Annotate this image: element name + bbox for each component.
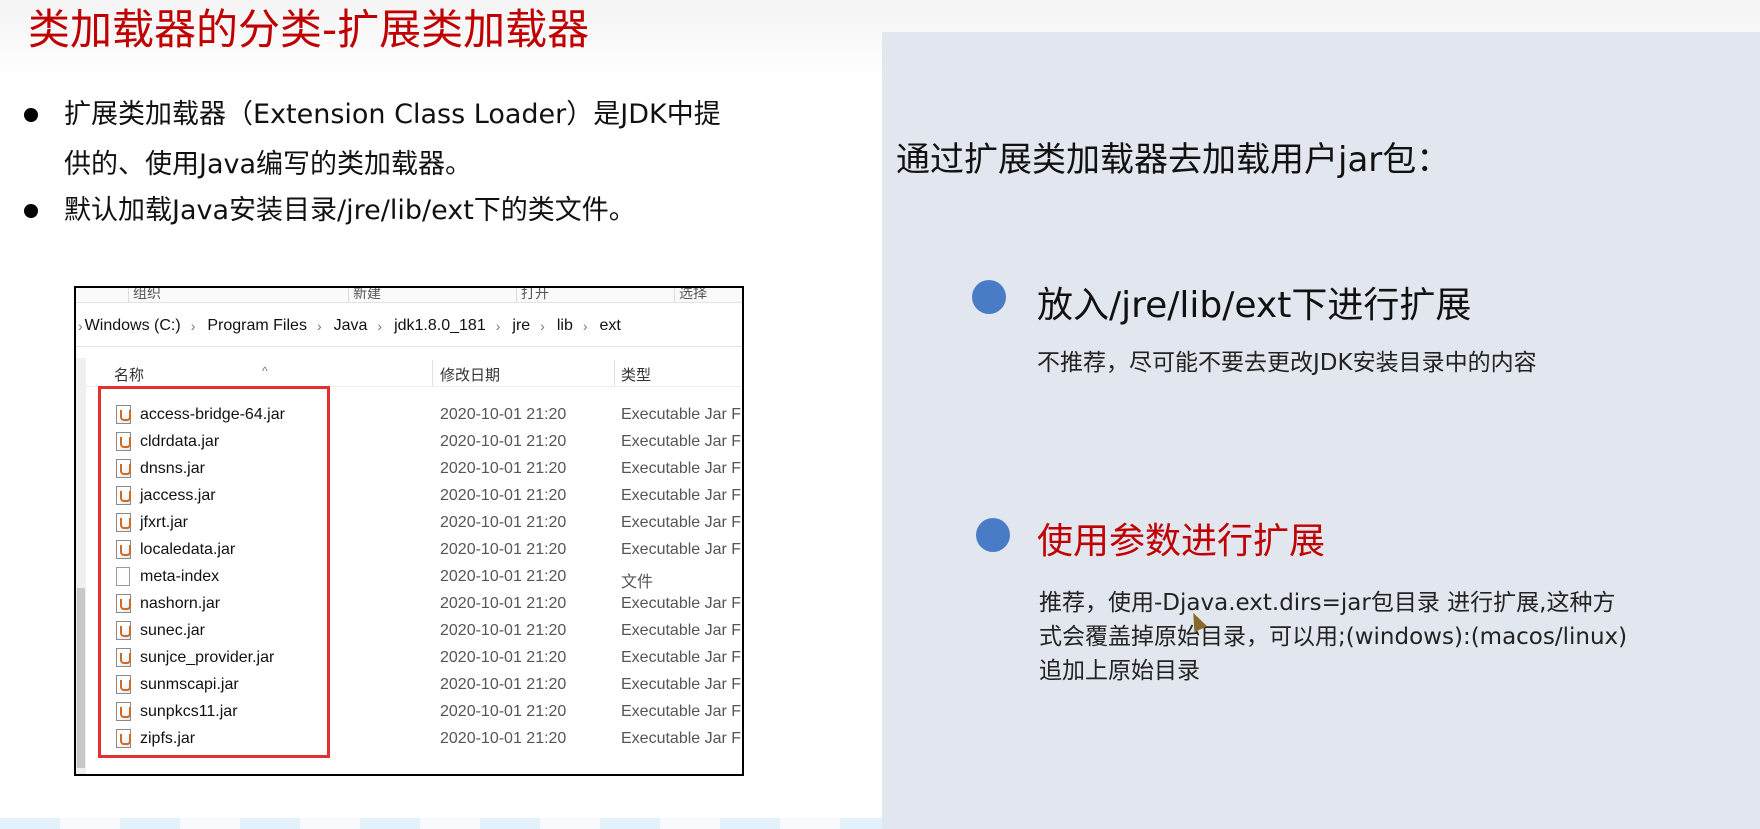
option-note: 推荐，使用-Djava.ext.dirs=jar包目录 进行扩展,这种方 式会覆…	[1039, 586, 1627, 688]
file-type: Executable Jar Fi	[621, 622, 744, 639]
column-header-type[interactable]: 类型	[621, 364, 651, 385]
column-header-date[interactable]: 修改日期	[440, 364, 500, 385]
bullet-item: 扩展类加载器（Extension Class Loader）是JDK中提供的、使…	[20, 90, 744, 190]
breadcrumb-item[interactable]: ext	[588, 317, 625, 335]
bullet-dot-icon	[976, 518, 1010, 552]
breadcrumb-item[interactable]: lib	[545, 317, 577, 335]
file-type: Executable Jar Fi	[621, 541, 744, 558]
bullet-dot-icon	[24, 108, 38, 122]
file-date: 2020-10-01 21:20	[440, 514, 567, 531]
chevron-right-icon[interactable]: ›	[577, 318, 588, 334]
column-header-row: ^ 名称 修改日期 类型	[76, 360, 742, 387]
breadcrumb-item[interactable]: Windows (C:)	[83, 317, 185, 335]
file-type: Executable Jar Fi	[621, 649, 744, 666]
chevron-right-icon[interactable]: ›	[185, 318, 196, 334]
bullet-dot-icon	[972, 280, 1006, 314]
file-date: 2020-10-01 21:20	[440, 676, 567, 693]
file-date: 2020-10-01 21:20	[440, 541, 567, 558]
chevron-right-icon: ›	[78, 318, 83, 334]
ribbon-organize[interactable]: 组织	[128, 288, 161, 302]
file-date: 2020-10-01 21:20	[440, 433, 567, 450]
ribbon-open[interactable]: 打开	[516, 288, 549, 302]
column-header-name[interactable]: 名称	[114, 364, 144, 385]
breadcrumb-item[interactable]: jdk1.8.0_181	[382, 317, 490, 335]
file-date: 2020-10-01 21:20	[440, 406, 567, 423]
bullet-list: 扩展类加载器（Extension Class Loader）是JDK中提供的、使…	[20, 90, 820, 236]
option-title: 放入/jre/lib/ext下进行扩展	[1037, 285, 1472, 326]
chevron-right-icon[interactable]: ›	[534, 318, 545, 334]
breadcrumb-item[interactable]: Java	[322, 317, 372, 335]
column-divider[interactable]	[614, 360, 615, 386]
right-panel: 通过扩展类加载器去加载用户jar包： 放入/jre/lib/ext下进行扩展 不…	[882, 32, 1760, 829]
file-type: Executable Jar Fi	[621, 433, 744, 450]
breadcrumb-item[interactable]: Program Files	[195, 317, 311, 335]
chevron-right-icon[interactable]: ›	[311, 318, 322, 334]
option-note: 不推荐，尽可能不要去更改JDK安装目录中的内容	[1037, 350, 1537, 376]
bullet-text: 默认加载Java安装目录/jre/lib/ext下的类文件。	[64, 195, 636, 226]
slide: 类加载器的分类-扩展类加载器 扩展类加载器（Extension Class Lo…	[0, 0, 1760, 829]
file-type: Executable Jar Fi	[621, 595, 744, 612]
option-note-line: 式会覆盖掉原始目录，可以用;(windows):(macos/linux)	[1039, 624, 1628, 650]
chevron-right-icon[interactable]: ›	[371, 318, 382, 334]
bullet-dot-icon	[24, 204, 38, 218]
file-date: 2020-10-01 21:20	[440, 460, 567, 477]
breadcrumb: › Windows (C:) › Program Files › Java › …	[76, 306, 742, 347]
file-date: 2020-10-01 21:20	[440, 595, 567, 612]
file-date: 2020-10-01 21:20	[440, 703, 567, 720]
file-date: 2020-10-01 21:20	[440, 730, 567, 747]
file-type: Executable Jar Fi	[621, 730, 744, 747]
file-date: 2020-10-01 21:20	[440, 568, 567, 585]
file-date: 2020-10-01 21:20	[440, 622, 567, 639]
ribbon-select[interactable]: 选择	[674, 288, 707, 302]
file-type: Executable Jar Fi	[621, 676, 744, 693]
right-heading: 通过扩展类加载器去加载用户jar包：	[896, 140, 1451, 180]
file-date: 2020-10-01 21:20	[440, 649, 567, 666]
chevron-right-icon[interactable]: ›	[490, 318, 501, 334]
column-divider[interactable]	[432, 360, 433, 386]
file-type: Executable Jar Fi	[621, 514, 744, 531]
highlight-box	[98, 386, 330, 758]
file-explorer-window: 组织 新建 打开 选择 › Windows (C:) › Program Fil…	[74, 286, 744, 776]
file-type: Executable Jar Fi	[621, 406, 744, 423]
bullet-text: 扩展类加载器（Extension Class Loader）是JDK中提供的、使…	[64, 99, 721, 180]
option-note-line: 推荐，使用-Djava.ext.dirs=jar包目录 进行扩展,这种方	[1039, 590, 1616, 616]
file-date: 2020-10-01 21:20	[440, 487, 567, 504]
option-title: 使用参数进行扩展	[1037, 521, 1326, 562]
option-note-line: 追加上原始目录	[1039, 658, 1200, 684]
decorative-footer	[0, 818, 882, 829]
bullet-item: 默认加载Java安装目录/jre/lib/ext下的类文件。	[20, 186, 820, 236]
file-type: Executable Jar Fi	[621, 703, 744, 720]
ribbon-bar: 组织 新建 打开 选择	[76, 288, 742, 303]
ribbon-new[interactable]: 新建	[348, 288, 381, 302]
breadcrumb-item[interactable]: jre	[500, 317, 534, 335]
file-type: Executable Jar Fi	[621, 460, 744, 477]
sort-ascending-icon: ^	[262, 364, 268, 378]
file-type: Executable Jar Fi	[621, 487, 744, 504]
slide-title: 类加载器的分类-扩展类加载器	[28, 5, 590, 54]
file-type: 文件	[621, 574, 654, 591]
